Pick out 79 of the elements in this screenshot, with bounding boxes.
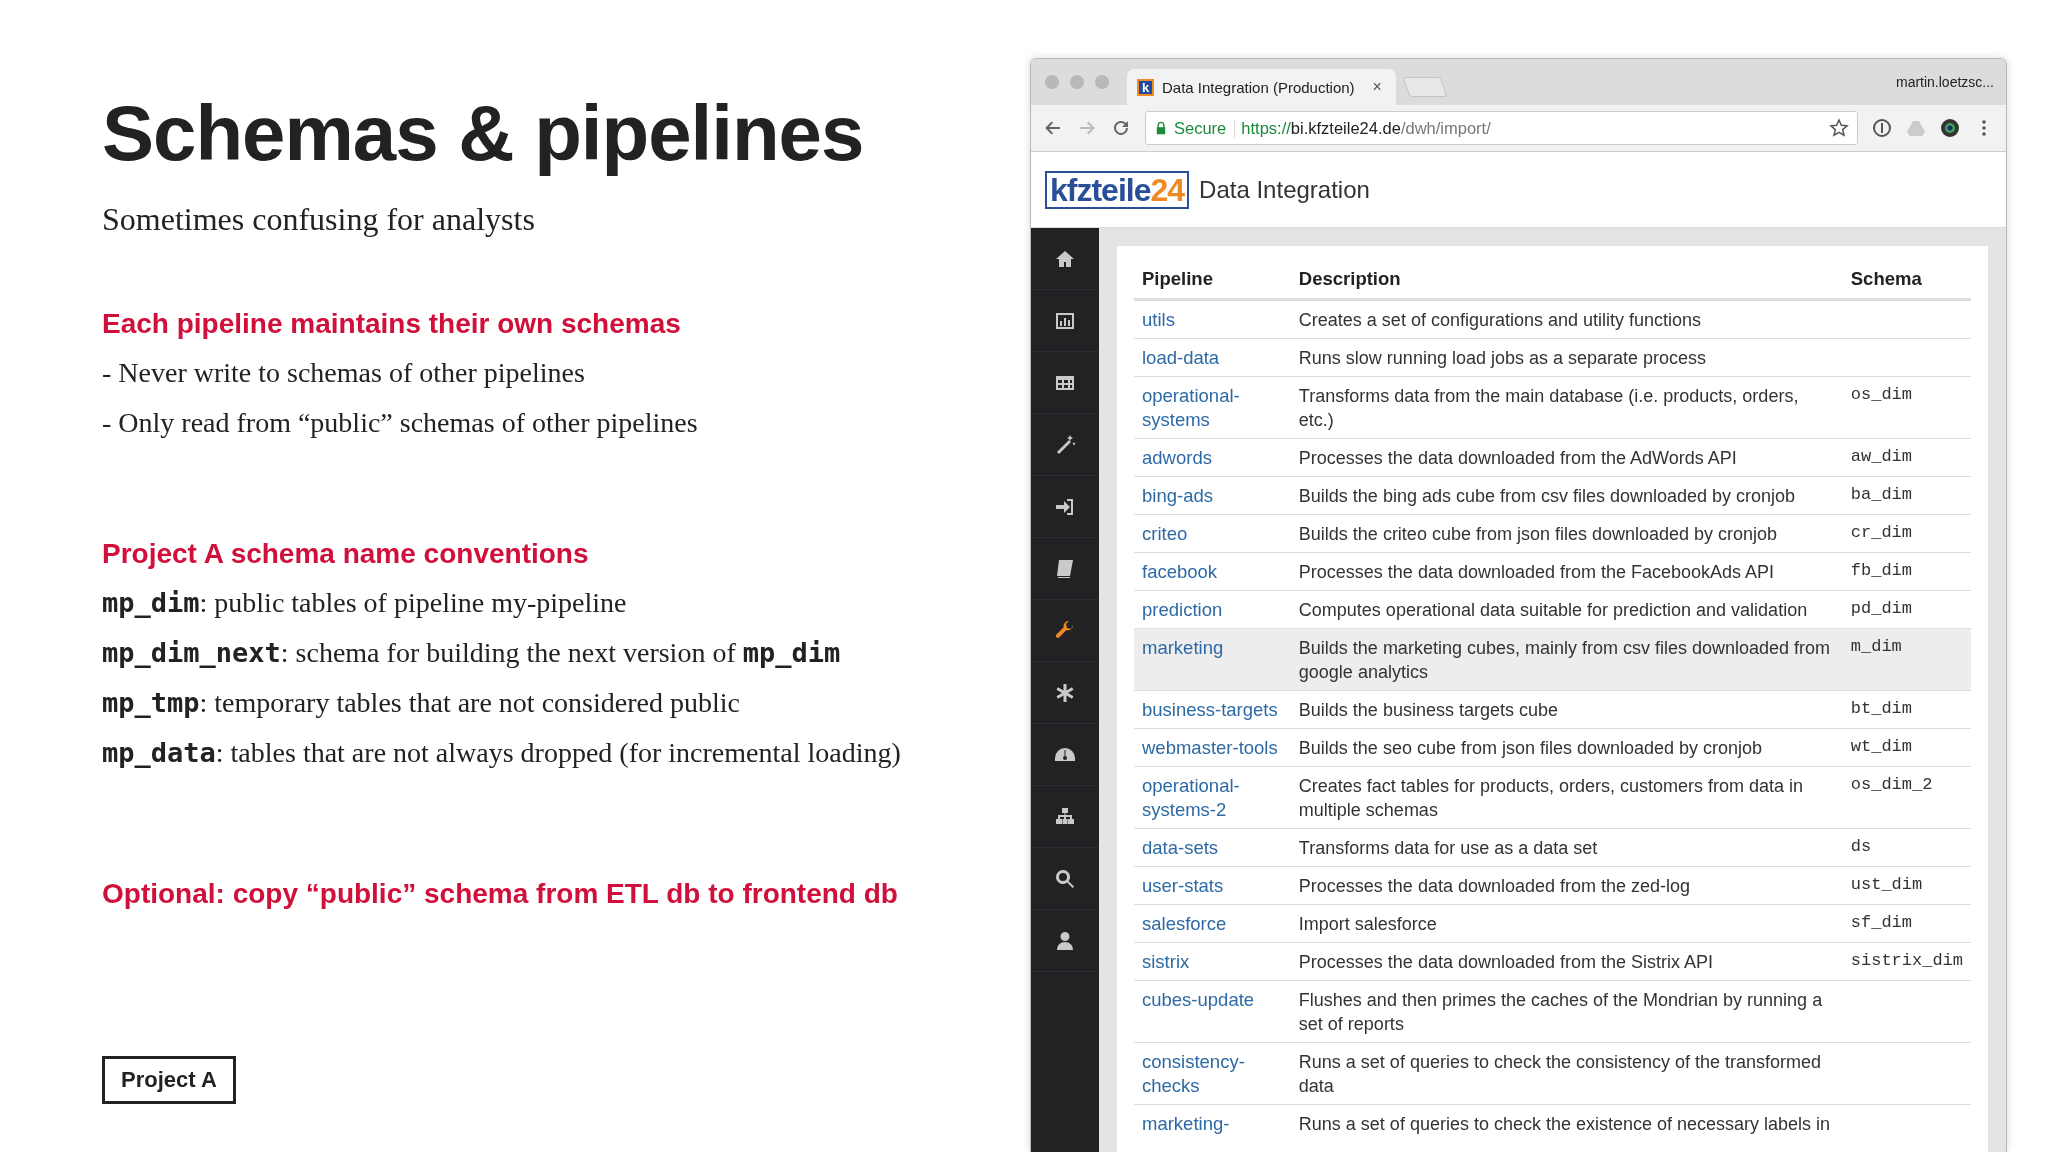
schema-cell: ust_dim: [1842, 866, 1971, 905]
schema-cell: ds: [1842, 828, 1971, 867]
logo[interactable]: kfzteile24: [1045, 170, 1190, 209]
description-cell: Builds the business targets cube: [1290, 690, 1843, 729]
description-cell: Creates a set of configurations and utility functions: [1290, 299, 1843, 339]
pipeline-link[interactable]: webmaster-tools: [1134, 728, 1291, 767]
bullet-text: mp_tmp: temporary tables that are not considered public: [102, 686, 741, 720]
description-cell: Flushes and then primes the caches of the Mondrian by running a set of reports: [1290, 980, 1843, 1043]
page-title: Data Integration: [1199, 175, 1370, 204]
description-cell: Runs a set of queries to check the existence of necessary labels in: [1290, 1104, 1843, 1142]
pipeline-link[interactable]: facebook: [1134, 552, 1291, 591]
address-bar[interactable]: Secure https://bi.kfzteile24.de/dwh/import/: [1145, 111, 1858, 145]
description-cell: Runs slow running load jobs as a separate process: [1290, 338, 1843, 377]
pipeline-link[interactable]: user-stats: [1134, 866, 1291, 905]
section-heading: Project A schema name conventions: [102, 538, 590, 570]
secure-label: Secure: [1174, 118, 1236, 138]
description-cell: Builds the marketing cubes, mainly from csv files downloaded from google analytics: [1290, 628, 1843, 691]
pipeline-link[interactable]: sistrix: [1134, 942, 1291, 981]
bullet-text: mp_data: tables that are not always dropped (for incremental loading): [102, 736, 902, 770]
camera-lens-icon[interactable]: [1940, 118, 1960, 138]
pipeline-link[interactable]: salesforce: [1134, 904, 1291, 943]
pipeline-link[interactable]: operational-systems: [1134, 376, 1291, 439]
description-cell: Creates fact tables for products, orders, customers from data in multiple schemas: [1290, 766, 1843, 829]
bullet-text: - Never write to schemas of other pipelines: [102, 356, 586, 390]
pipeline-link[interactable]: operational-systems-2: [1134, 766, 1291, 829]
section-heading: Optional: copy “public” schema from ETL db to frontend db: [102, 878, 899, 910]
slide-title: Schemas & pipelines: [102, 88, 865, 179]
schema-cell: m_dim: [1842, 628, 1971, 691]
schema-cell: os_dim: [1842, 376, 1971, 439]
browser-tab[interactable]: k Data Integration (Production) ×: [1127, 69, 1396, 105]
pipeline-link[interactable]: bing-ads: [1134, 476, 1291, 515]
description-cell: Processes the data downloaded from the zed-log: [1290, 866, 1843, 905]
schema-cell: sistrix_dim: [1842, 942, 1971, 981]
description-cell: Processes the data downloaded from the AdWords API: [1290, 438, 1843, 477]
description-cell: Transforms data for use as a data set: [1290, 828, 1843, 867]
schema-cell: pd_dim: [1842, 590, 1971, 629]
schema-cell: sf_dim: [1842, 904, 1971, 943]
description-cell: Import salesforce: [1290, 904, 1843, 943]
schema-cell: cr_dim: [1842, 514, 1971, 553]
bullet-text: - Only read from “public” schemas of other pipelines: [102, 406, 699, 440]
schema-cell: ba_dim: [1842, 476, 1971, 515]
description-cell: Builds the criteo cube from json files downloaded by cronjob: [1290, 514, 1843, 553]
reload-icon[interactable]: [1111, 118, 1131, 138]
schema-cell: wt_dim: [1842, 728, 1971, 767]
schema-cell: aw_dim: [1842, 438, 1971, 477]
pipeline-link[interactable]: cubes-update: [1134, 980, 1291, 1043]
pipeline-link[interactable]: prediction: [1134, 590, 1291, 629]
pipeline-link[interactable]: business-targets: [1134, 690, 1291, 729]
description-cell: Processes the data downloaded from the FacebookAds API: [1290, 552, 1843, 591]
footer-label: Project A: [102, 1056, 236, 1104]
description-cell: Builds the bing ads cube from csv files downloaded by cronjob: [1290, 476, 1843, 515]
description-cell: Runs a set of queries to check the consistency of the transformed data: [1290, 1042, 1843, 1105]
section-heading: Each pipeline maintains their own schemas: [102, 308, 682, 340]
slide-subtitle: Sometimes confusing for analysts: [102, 201, 536, 238]
schema-cell: fb_dim: [1842, 552, 1971, 591]
bullet-text: mp_dim_next: schema for building the next version of mp_dim: [102, 636, 842, 670]
pipeline-link[interactable]: data-sets: [1134, 828, 1291, 867]
profile-name[interactable]: martin.loetzsc...: [1895, 74, 1994, 90]
pipeline-link[interactable]: marketing: [1134, 628, 1291, 691]
info-circle-icon[interactable]: [1872, 118, 1892, 138]
lock-icon: [1154, 120, 1168, 136]
pipeline-link[interactable]: utils: [1134, 299, 1291, 339]
tab-favicon: k: [1137, 78, 1154, 96]
tab-title: Data Integration (Production): [1162, 78, 1355, 96]
pipeline-link[interactable]: load-data: [1134, 338, 1291, 377]
schema-cell: bt_dim: [1842, 690, 1971, 729]
bookmark-star-icon[interactable]: [1829, 118, 1849, 138]
description-cell: Computes operational data suitable for prediction and validation: [1290, 590, 1843, 629]
bullet-text: mp_dim: public tables of pipeline my-pipeline: [102, 586, 628, 620]
pipeline-link[interactable]: marketing-: [1134, 1104, 1291, 1142]
url-text: https://bi.kfzteile24.de/dwh/import/: [1241, 118, 1491, 138]
pipeline-link[interactable]: adwords: [1134, 438, 1291, 477]
description-cell: Processes the data downloaded from the Sistrix API: [1290, 942, 1843, 981]
pipeline-link[interactable]: consistency-checks: [1134, 1042, 1291, 1105]
description-cell: Builds the seo cube from json files downloaded by cronjob: [1290, 728, 1843, 767]
schema-cell: os_dim_2: [1842, 766, 1971, 829]
description-cell: Transforms data from the main database (i.e. products, orders, etc.): [1290, 376, 1843, 439]
pipeline-link[interactable]: criteo: [1134, 514, 1291, 553]
tab-close-button[interactable]: ×: [1372, 78, 1382, 96]
